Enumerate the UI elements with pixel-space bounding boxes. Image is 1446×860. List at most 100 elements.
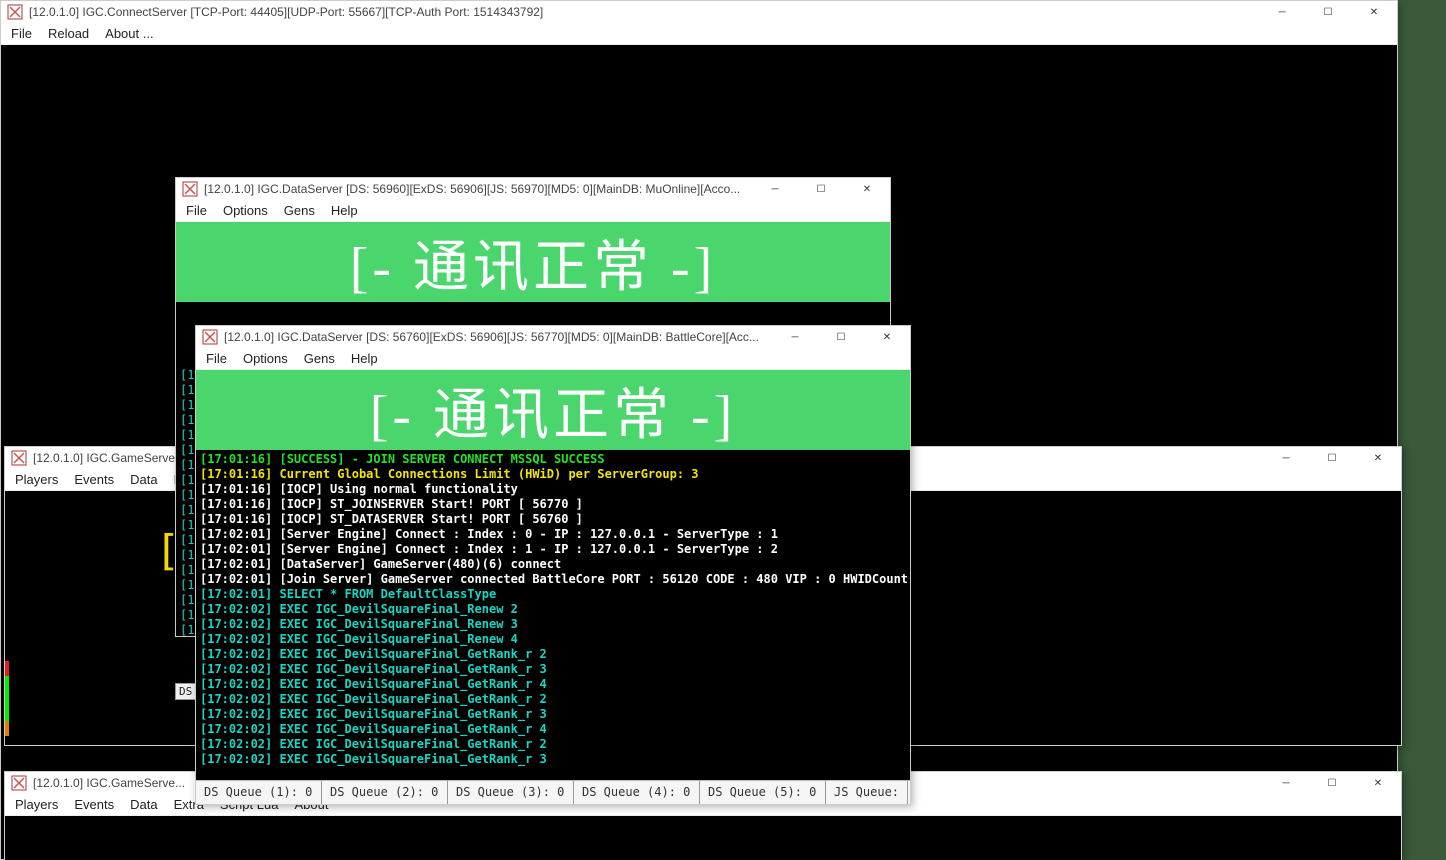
log-line: [17:02:01] [Join Server] GameServer conn… bbox=[200, 572, 906, 587]
app-icon bbox=[182, 181, 198, 197]
data-server-1-banner: [- 通讯正常 -] bbox=[176, 222, 890, 302]
log-line: [17:02:01] [Server Engine] Connect : Ind… bbox=[200, 527, 906, 542]
menu-file[interactable]: File bbox=[206, 351, 227, 366]
app-icon bbox=[202, 329, 218, 345]
menu-gens[interactable]: Gens bbox=[304, 351, 335, 366]
menu-players[interactable]: Players bbox=[15, 472, 58, 487]
log-line-stub: [1 bbox=[180, 578, 194, 593]
data-server-2-client: [- 通讯正常 -] [17:01:16] [SUCCESS] - JOIN S… bbox=[196, 370, 910, 804]
game-server-2-client bbox=[5, 816, 1401, 860]
log-line-stub: [1 bbox=[180, 458, 194, 473]
log-line-stub: [1 bbox=[180, 593, 194, 608]
log-color-stubs bbox=[5, 661, 9, 736]
log-line: [17:01:16] [IOCP] Using normal functiona… bbox=[200, 482, 906, 497]
app-icon bbox=[11, 450, 27, 466]
close-button[interactable]: ✕ bbox=[844, 178, 890, 200]
log-line-stub: [1 bbox=[180, 398, 194, 413]
log-line-stub: [1 bbox=[180, 428, 194, 443]
log-line-stub: [1 bbox=[180, 488, 194, 503]
close-button[interactable]: ✕ bbox=[1351, 1, 1397, 23]
menu-options[interactable]: Options bbox=[223, 203, 268, 218]
log-line-stub: [1 bbox=[180, 533, 194, 548]
log-line: [17:02:02] EXEC IGC_DevilSquareFinal_Ren… bbox=[200, 602, 906, 617]
log-line: [17:02:02] EXEC IGC_DevilSquareFinal_Ren… bbox=[200, 632, 906, 647]
connect-server-title: [12.0.1.0] IGC.ConnectServer [TCP-Port: … bbox=[29, 5, 1259, 19]
status-ds-queue-5: DS Queue (5): 0 bbox=[700, 781, 826, 804]
log-line-stub: [1 bbox=[180, 608, 194, 623]
log-line: [17:02:02] EXEC IGC_DevilSquareFinal_Get… bbox=[200, 692, 906, 707]
close-button[interactable]: ✕ bbox=[1355, 447, 1401, 469]
log-line-stub: [1 bbox=[180, 383, 194, 398]
data-server-2-banner: [- 通讯正常 -] bbox=[196, 370, 910, 450]
log-line: [17:02:01] [Server Engine] Connect : Ind… bbox=[200, 542, 906, 557]
log-line-stub: [1 bbox=[180, 413, 194, 428]
log-line-stub: [1 bbox=[180, 623, 194, 636]
log-line-stub: [1 bbox=[180, 368, 194, 383]
close-button[interactable]: ✕ bbox=[864, 326, 910, 348]
connect-server-menubar: File Reload About ... bbox=[1, 23, 1397, 45]
data-server-1-log-stubs: [1[1[1[1[1[1[1[1[1[1[1[1[1[1[1[1[1[1[1 bbox=[180, 368, 194, 636]
log-line-stub: [1 bbox=[180, 503, 194, 518]
log-line: [17:02:01] SELECT * FROM DefaultClassTyp… bbox=[200, 587, 906, 602]
log-line: [17:02:01] [DataServer] GameServer(480)(… bbox=[200, 557, 906, 572]
connect-server-titlebar[interactable]: [12.0.1.0] IGC.ConnectServer [TCP-Port: … bbox=[1, 1, 1397, 23]
log-line: [17:02:02] EXEC IGC_DevilSquareFinal_Get… bbox=[200, 737, 906, 752]
menu-help[interactable]: Help bbox=[351, 351, 378, 366]
menu-events[interactable]: Events bbox=[74, 797, 114, 812]
data-server-2-statusbar: DS Queue (1): 0 DS Queue (2): 0 DS Queue… bbox=[196, 780, 910, 804]
log-line: [17:01:16] [SUCCESS] - JOIN SERVER CONNE… bbox=[200, 452, 906, 467]
menu-players[interactable]: Players bbox=[15, 797, 58, 812]
log-line: [17:02:02] EXEC IGC_DevilSquareFinal_Get… bbox=[200, 707, 906, 722]
data-server-1-title: [12.0.1.0] IGC.DataServer [DS: 56960][Ex… bbox=[204, 182, 752, 196]
minimize-button[interactable]: ─ bbox=[1263, 772, 1309, 794]
log-line-stub: [1 bbox=[180, 518, 194, 533]
log-line: [17:01:16] Current Global Connections Li… bbox=[200, 467, 906, 482]
log-line: [17:02:02] EXEC IGC_DevilSquareFinal_Get… bbox=[200, 677, 906, 692]
menu-data[interactable]: Data bbox=[130, 472, 157, 487]
log-line: [17:01:16] [IOCP] ST_DATASERVER Start! P… bbox=[200, 512, 906, 527]
menu-file[interactable]: File bbox=[186, 203, 207, 218]
menu-gens[interactable]: Gens bbox=[284, 203, 315, 218]
menu-events[interactable]: Events bbox=[74, 472, 114, 487]
maximize-button[interactable]: ☐ bbox=[818, 326, 864, 348]
menu-help[interactable]: Help bbox=[331, 203, 358, 218]
maximize-button[interactable]: ☐ bbox=[1305, 1, 1351, 23]
log-line-stub: [1 bbox=[180, 563, 194, 578]
log-line: [17:02:02] EXEC IGC_DevilSquareFinal_Get… bbox=[200, 662, 906, 677]
status-ds-queue-1: DS Queue (1): 0 bbox=[196, 781, 322, 804]
menu-reload[interactable]: Reload bbox=[48, 26, 89, 41]
app-icon bbox=[7, 4, 23, 20]
maximize-button[interactable]: ☐ bbox=[1309, 772, 1355, 794]
maximize-button[interactable]: ☐ bbox=[1309, 447, 1355, 469]
minimize-button[interactable]: ─ bbox=[752, 178, 798, 200]
data-server-2-title: [12.0.1.0] IGC.DataServer [DS: 56760][Ex… bbox=[224, 330, 772, 344]
menu-file[interactable]: File bbox=[11, 26, 32, 41]
ds-label: DS bbox=[175, 683, 196, 700]
menu-data[interactable]: Data bbox=[130, 797, 157, 812]
log-line-stub: [1 bbox=[180, 548, 194, 563]
status-js-queue: JS Queue: bbox=[826, 781, 908, 804]
app-icon bbox=[11, 775, 27, 791]
data-server-1-menubar: File Options Gens Help bbox=[176, 200, 890, 222]
log-line: [17:02:02] EXEC IGC_DevilSquareFinal_Get… bbox=[200, 647, 906, 662]
log-line-stub: [1 bbox=[180, 473, 194, 488]
data-server-2-window: [12.0.1.0] IGC.DataServer [DS: 56760][Ex… bbox=[195, 325, 911, 805]
data-server-1-titlebar[interactable]: [12.0.1.0] IGC.DataServer [DS: 56960][Ex… bbox=[176, 178, 890, 200]
maximize-button[interactable]: ☐ bbox=[798, 178, 844, 200]
minimize-button[interactable]: ─ bbox=[772, 326, 818, 348]
menu-about[interactable]: About ... bbox=[105, 26, 153, 41]
log-line: [17:02:02] EXEC IGC_DevilSquareFinal_Get… bbox=[200, 752, 906, 767]
menu-options[interactable]: Options bbox=[243, 351, 288, 366]
minimize-button[interactable]: ─ bbox=[1263, 447, 1309, 469]
data-server-2-menubar: File Options Gens Help bbox=[196, 348, 910, 370]
log-line: [17:02:02] EXEC IGC_DevilSquareFinal_Ren… bbox=[200, 617, 906, 632]
log-line-stub: [1 bbox=[180, 443, 194, 458]
minimize-button[interactable]: ─ bbox=[1259, 1, 1305, 23]
status-ds-queue-4: DS Queue (4): 0 bbox=[574, 781, 700, 804]
status-ds-queue-2: DS Queue (2): 0 bbox=[322, 781, 448, 804]
data-server-2-titlebar[interactable]: [12.0.1.0] IGC.DataServer [DS: 56760][Ex… bbox=[196, 326, 910, 348]
log-line: [17:02:02] EXEC IGC_DevilSquareFinal_Get… bbox=[200, 722, 906, 737]
data-server-2-log: [17:01:16] [SUCCESS] - JOIN SERVER CONNE… bbox=[196, 450, 910, 767]
close-button[interactable]: ✕ bbox=[1355, 772, 1401, 794]
status-ds-queue-3: DS Queue (3): 0 bbox=[448, 781, 574, 804]
